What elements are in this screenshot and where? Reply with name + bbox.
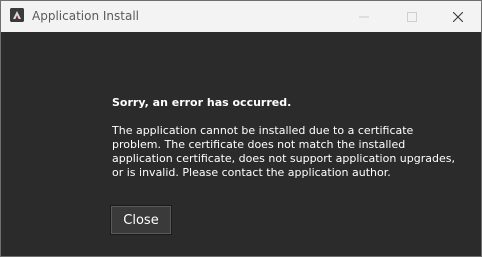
close-window-button[interactable] [435,1,481,32]
close-button[interactable]: Close [110,205,172,235]
close-icon [452,7,464,26]
application-install-window: Application Install Sorry, an error has … [0,0,482,257]
title-bar[interactable]: Application Install [1,1,481,32]
maximize-icon [407,7,417,26]
message-line: application certificate, does not suppor… [112,152,455,165]
message-line: problem. The certificate does not match … [112,138,406,151]
message-line: or is invalid. Please contact the applic… [112,166,391,179]
maximize-button[interactable] [389,1,435,32]
adobe-air-icon [10,8,24,22]
error-message: The application cannot be installed due … [112,124,472,180]
error-heading: Sorry, an error has occurred. [112,96,292,109]
minimize-button[interactable] [341,1,387,32]
minimize-icon [359,7,369,26]
window-title: Application Install [32,9,139,23]
dialog-content: Sorry, an error has occurred. The applic… [1,32,481,256]
message-line: The application cannot be installed due … [112,124,414,137]
